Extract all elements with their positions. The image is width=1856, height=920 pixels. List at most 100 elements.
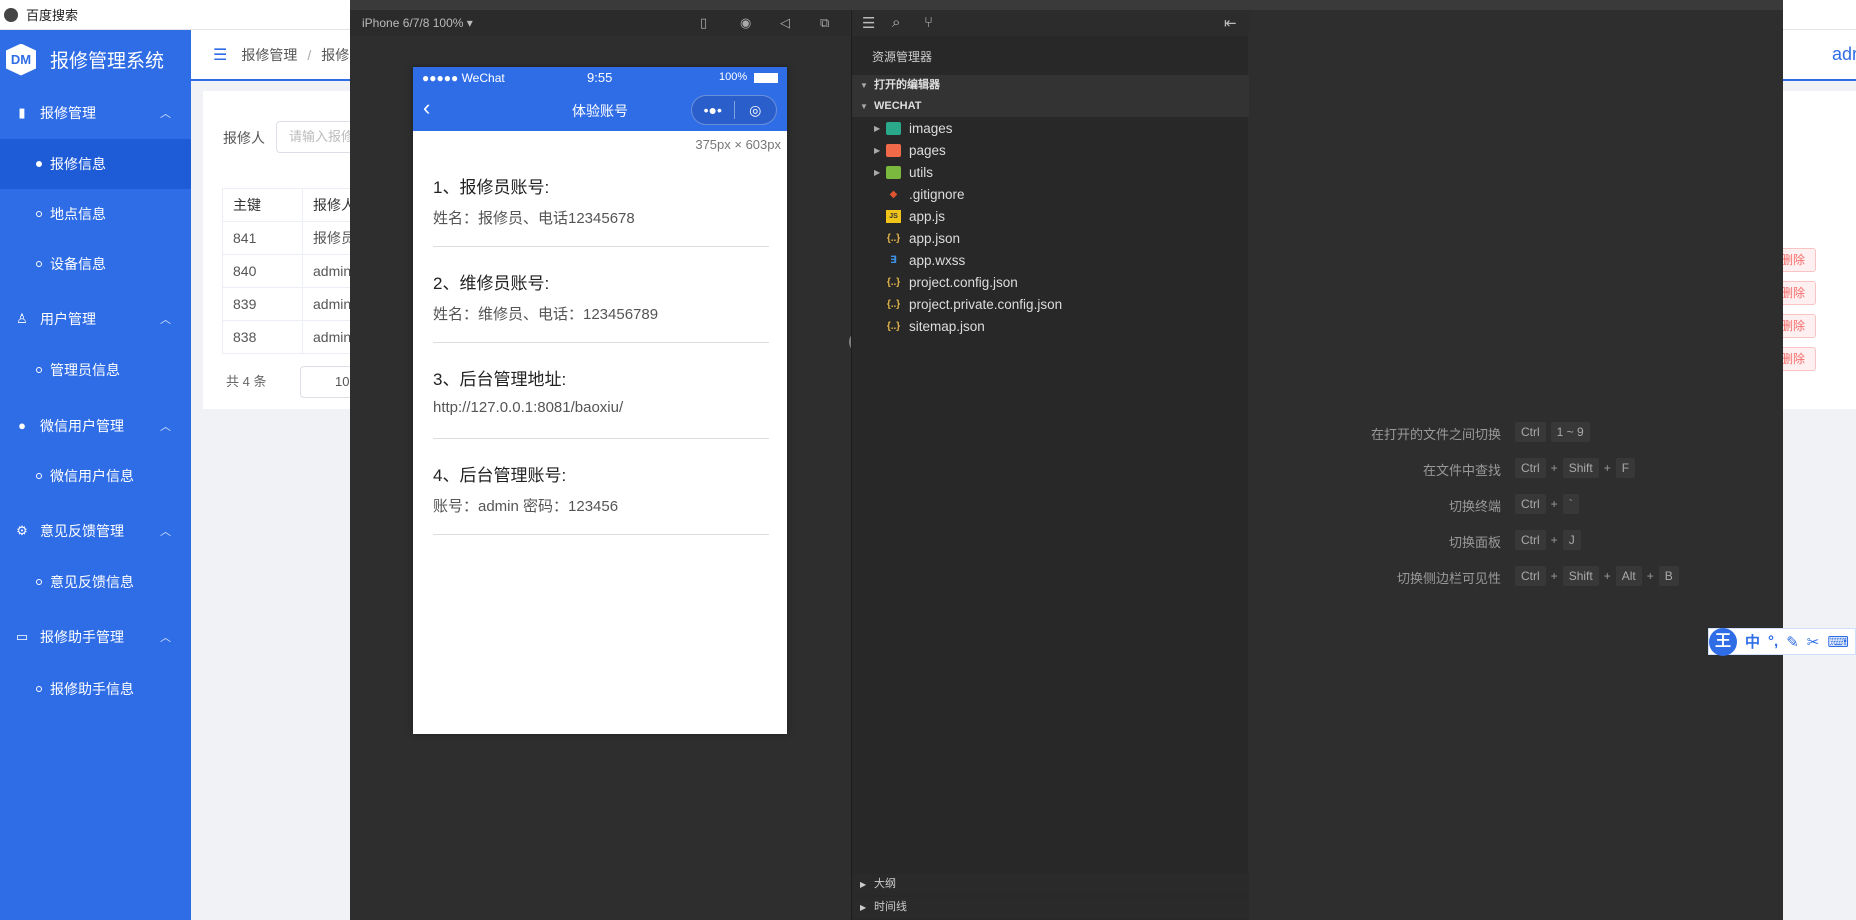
menu-group[interactable]: ♙ 用户管理 ︿ xyxy=(0,292,191,345)
punctuation-icon[interactable]: °, xyxy=(1768,633,1778,650)
file-tree-item[interactable]: {..} project.private.config.json xyxy=(852,294,1249,316)
search-icon[interactable]: ⌕ xyxy=(892,14,900,31)
file-tree-item[interactable]: {..} project.config.json xyxy=(852,272,1249,294)
caret-down-icon: ▼ xyxy=(860,81,868,90)
sidebar: DM 报修管理系统 ▮ 报修管理 ︿ 报修信息 地点信息 设备信息 ♙ 用户管理 ︿ 管理员信息 ●… xyxy=(0,30,191,920)
key-cap: F xyxy=(1615,458,1636,478)
tab-title[interactable]: 百度搜索 xyxy=(26,5,78,24)
menu-item[interactable]: 微信用户信息 xyxy=(0,451,191,501)
more-icon[interactable]: •●• xyxy=(692,102,734,118)
key-cap: B xyxy=(1658,566,1679,586)
file-name: .gitignore xyxy=(909,187,965,202)
device-select[interactable]: iPhone 6/7/8 100% ▾ xyxy=(362,16,473,30)
js-file-icon: JS xyxy=(886,210,901,223)
battery-icon xyxy=(754,73,778,83)
menu-group-label: 意见反馈管理 xyxy=(40,522,124,539)
menu-item[interactable]: 管理员信息 xyxy=(0,345,191,395)
menu-toggle-icon[interactable]: ☰ xyxy=(213,45,227,65)
pagination-total: 共 4 条 xyxy=(226,374,267,389)
menu-group-label: 微信用户管理 xyxy=(40,417,124,434)
caret-right-icon: ▶ xyxy=(874,146,881,155)
file-tree-item[interactable]: {..} app.json xyxy=(852,228,1249,250)
shortcut-label: 切换面板 xyxy=(1448,535,1501,550)
timeline-section[interactable]: ▶ 时间线 xyxy=(852,897,1249,918)
file-tree-item[interactable]: ▶ pages xyxy=(852,140,1249,162)
menu-group[interactable]: ⚙ 意见反馈管理 ︿ xyxy=(0,504,191,557)
key-cap: ` xyxy=(1562,494,1579,514)
info-block: 3、后台管理地址: http://127.0.0.1:8081/baoxiu/ xyxy=(433,343,769,439)
outline-section[interactable]: ▶ 大纲 xyxy=(852,874,1249,895)
file-name: project.private.config.json xyxy=(909,297,1063,312)
info-block: 4、后台管理账号: 账号：admin 密码：123456 xyxy=(433,439,769,535)
pen-icon[interactable]: ✎ xyxy=(1786,633,1799,651)
logo-icon: DM xyxy=(6,43,36,76)
app-title: 报修管理系统 xyxy=(50,51,165,72)
menu-item-label: 设备信息 xyxy=(50,256,106,272)
menu-group[interactable]: ● 微信用户管理 ︿ xyxy=(0,399,191,452)
ime-logo[interactable]: 王 xyxy=(1709,627,1737,656)
globe-icon xyxy=(4,7,18,22)
project-section[interactable]: ▼ WECHAT xyxy=(852,96,1249,117)
editor-empty-area: 在打开的文件之间切换 Ctrl 1 ~ 9 在文件中查找 Ctrl + Shift + F 切换终… xyxy=(1249,10,1783,920)
menu-group-label: 用户管理 xyxy=(40,310,96,327)
breadcrumb-item[interactable]: 报修管理 xyxy=(241,45,297,65)
file-tree-item[interactable]: ◆ .gitignore xyxy=(852,184,1249,206)
open-editors-section[interactable]: ▼ 打开的编辑器 xyxy=(852,75,1249,96)
section-label: WECHAT xyxy=(874,100,922,112)
section-label: 大纲 xyxy=(874,878,896,890)
file-tree-item[interactable]: {..} sitemap.json xyxy=(852,316,1249,338)
shortcut-label: 在打开的文件之间切换 xyxy=(1370,427,1501,442)
key-cap: J xyxy=(1562,530,1581,550)
ime-mode[interactable]: 中 xyxy=(1745,631,1760,652)
menu-item[interactable]: 报修助手信息 xyxy=(0,664,191,714)
phone-simulator: ●●●●● WeChat 9:55 100% ‹ 体验账号 •●• ◎ 375px… xyxy=(413,67,787,734)
menu-item[interactable]: 设备信息 xyxy=(0,239,191,289)
bullet-icon xyxy=(36,261,42,267)
key-cap: Ctrl xyxy=(1515,566,1546,586)
caret-right-icon: ▶ xyxy=(860,880,867,889)
shortcut-label: 切换终端 xyxy=(1448,499,1501,514)
shortcut-keys: Ctrl + ` xyxy=(1515,494,1579,514)
info-block: 1、报修员账号: 姓名：报修员、电话12345678 xyxy=(433,151,769,247)
menu-item[interactable]: 地点信息 xyxy=(0,189,191,239)
user-filled-icon: ● xyxy=(18,418,26,433)
file-tree-item[interactable]: ▶ utils xyxy=(852,162,1249,184)
battery-text: 100% xyxy=(719,71,748,83)
file-tree-item[interactable]: ∃ app.wxss xyxy=(852,250,1249,272)
file-tree-item[interactable]: ▶ images xyxy=(852,118,1249,140)
key-cap: Ctrl xyxy=(1515,422,1546,442)
close-miniapp-icon[interactable]: ◎ xyxy=(735,102,777,119)
list-icon[interactable]: ☰ xyxy=(862,14,875,32)
plus-sign: + xyxy=(1646,569,1654,583)
menu-item[interactable]: 意见反馈信息 xyxy=(0,557,191,607)
shortcut-hint: 在文件中查找 Ctrl + Shift + F xyxy=(1249,458,1783,480)
file-tree-item[interactable]: JS app.js xyxy=(852,206,1249,228)
box-icon: ▭ xyxy=(15,628,29,644)
devtools-titlebar xyxy=(350,0,1783,10)
block-value[interactable]: http://127.0.0.1:8081/baoxiu/ xyxy=(433,399,623,416)
user-menu[interactable]: adr xyxy=(1832,44,1856,65)
breadcrumb-separator: / xyxy=(307,46,312,63)
plus-sign: + xyxy=(1550,461,1558,475)
menu-item-label: 报修助手信息 xyxy=(50,681,134,697)
user-outline-icon: ♙ xyxy=(16,310,28,326)
scissors-icon[interactable]: ✂ xyxy=(1807,633,1820,651)
file-name: pages xyxy=(909,143,946,158)
record-icon[interactable]: ◉ xyxy=(740,15,751,31)
block-title: 2、维修员账号: xyxy=(433,274,550,293)
volume-icon[interactable]: ◁ xyxy=(780,15,790,31)
keyboard-icon[interactable]: ⌨ xyxy=(1827,633,1849,651)
phone-icon[interactable]: ▯ xyxy=(700,15,707,31)
menu-item[interactable]: 报修信息 xyxy=(0,139,191,189)
bullet-icon xyxy=(36,579,42,585)
table-cell: 840 xyxy=(222,254,303,288)
app-logo: DM 报修管理系统 xyxy=(0,30,191,89)
menu-group[interactable]: ▮ 报修管理 ︿ xyxy=(0,86,191,139)
collapse-sidebar-icon[interactable]: ⇤ xyxy=(1224,14,1237,32)
info-block: 2、维修员账号: 姓名：维修员、电话：123456789 xyxy=(433,247,769,343)
branch-icon[interactable]: ⑂ xyxy=(924,14,933,31)
menu-group[interactable]: ▭ 报修助手管理 ︿ xyxy=(0,610,191,663)
detach-window-icon[interactable]: ⧉ xyxy=(820,15,829,31)
key-cap: Shift xyxy=(1562,566,1599,586)
gear-icon: ⚙ xyxy=(16,522,28,538)
